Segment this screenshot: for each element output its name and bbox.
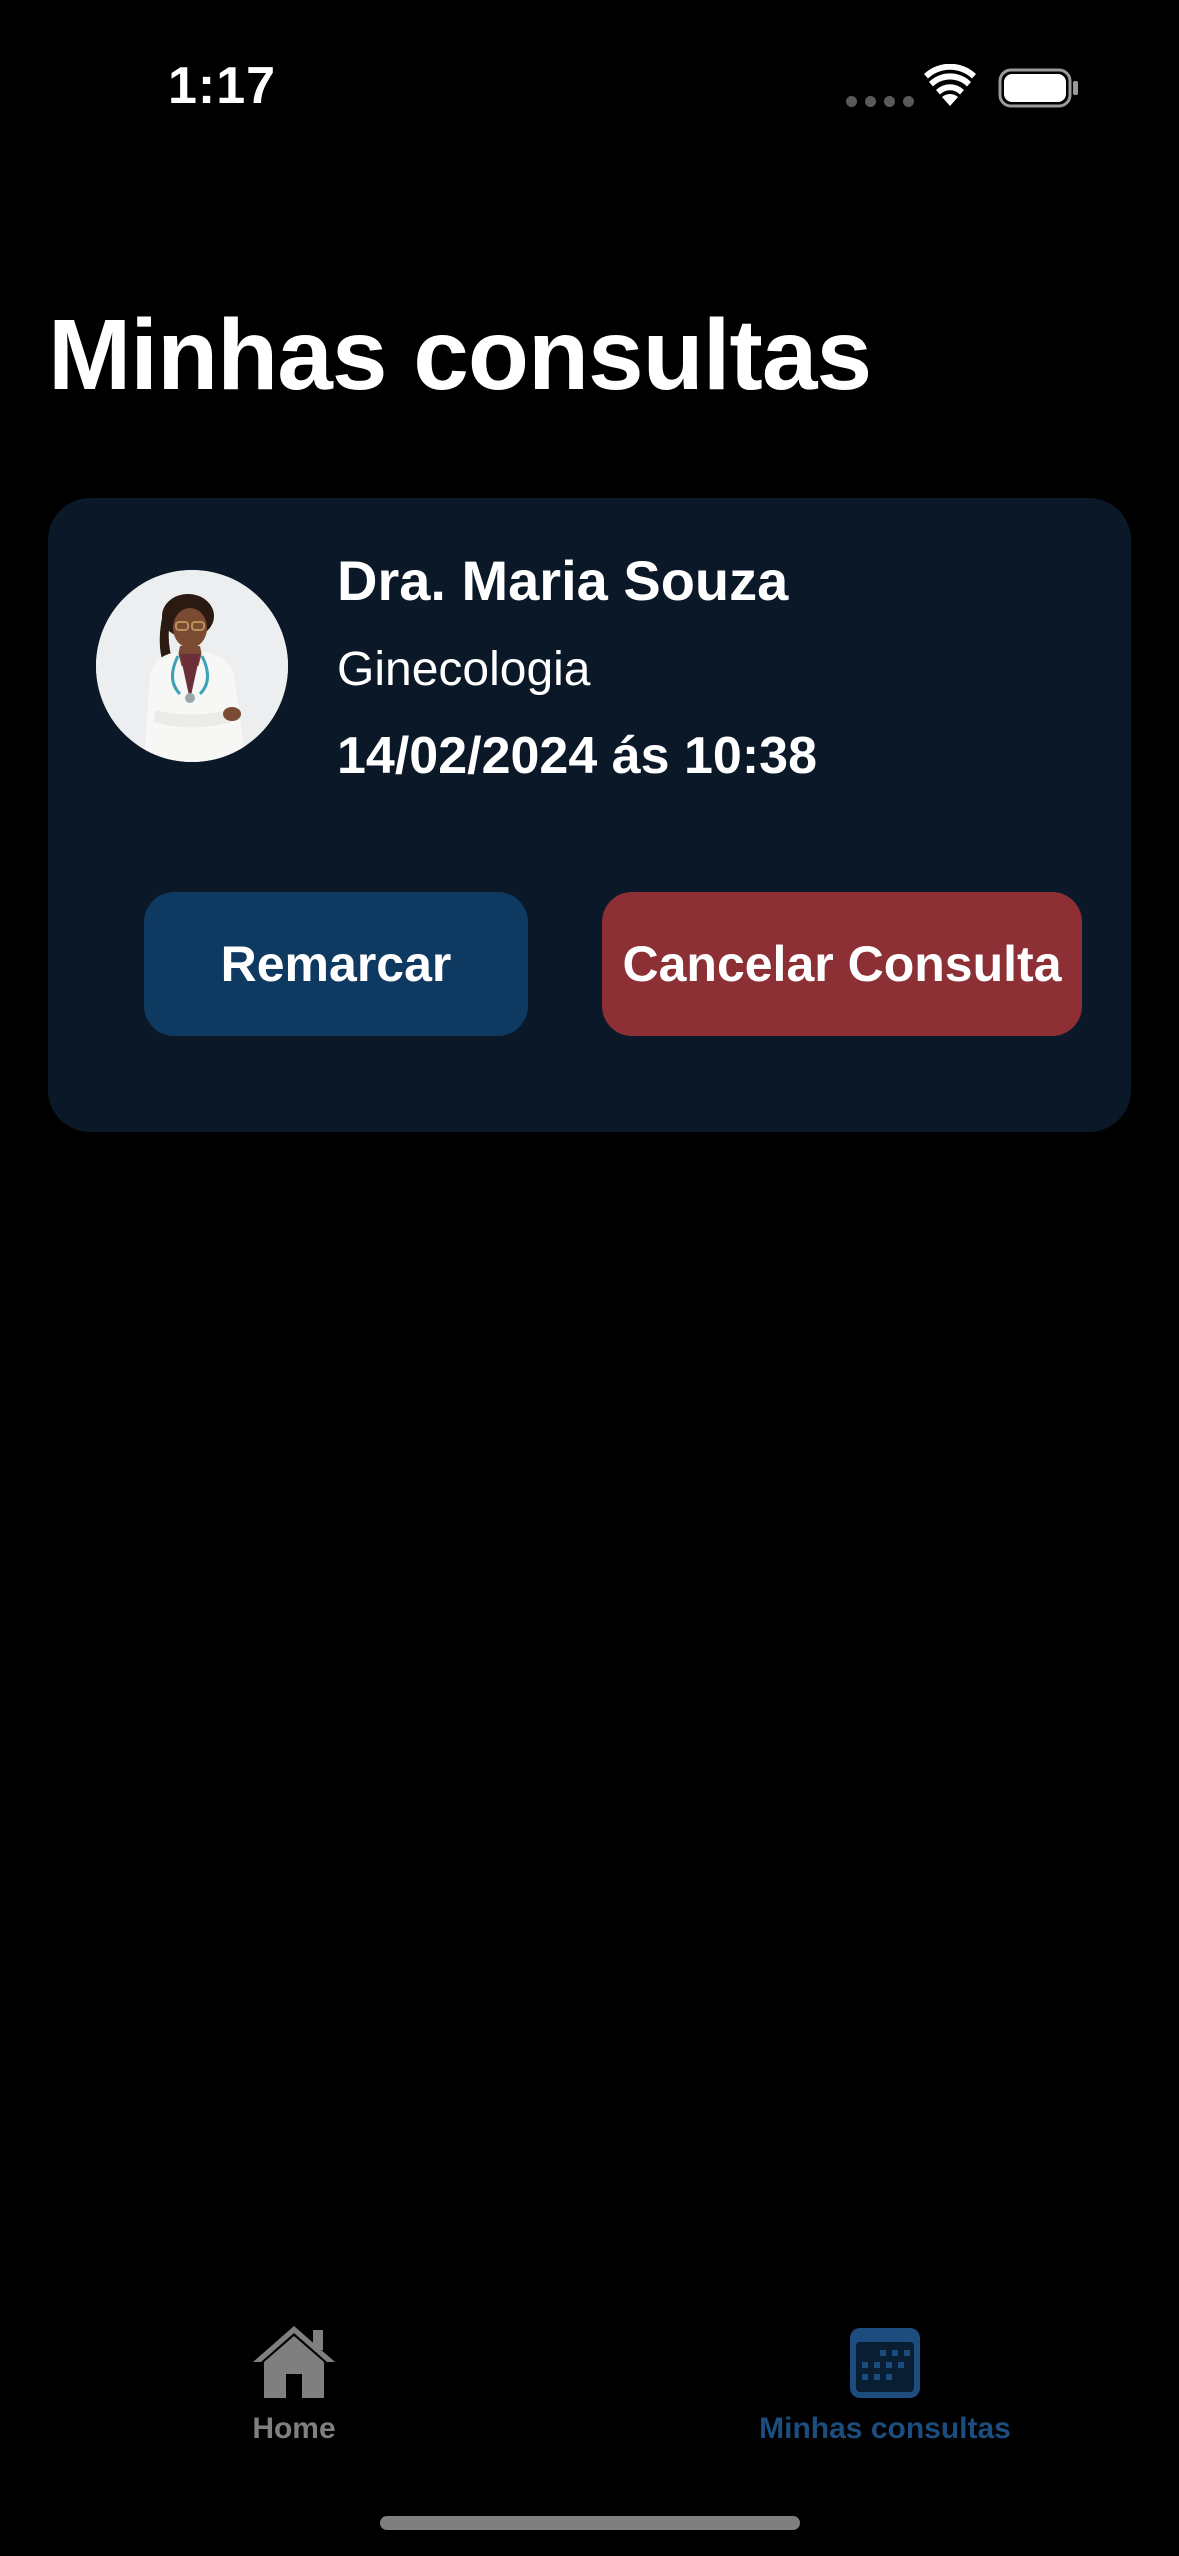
doctor-specialty: Ginecologia — [337, 643, 591, 696]
appointment-card: Dra. Maria Souza Ginecologia 14/02/2024 … — [48, 498, 1131, 1132]
page-title: Minhas consultas — [48, 299, 872, 411]
battery-icon — [998, 68, 1078, 108]
house-icon — [253, 2326, 335, 2398]
doctor-photo-icon — [96, 570, 288, 762]
tab-minhas-consultas[interactable]: Minhas consultas — [740, 2322, 1030, 2446]
cancel-appointment-button[interactable]: Cancelar Consulta — [602, 892, 1082, 1036]
status-bar: 1:17 — [0, 0, 1179, 170]
home-indicator[interactable] — [380, 2516, 800, 2530]
cellular-signal-icon — [846, 96, 914, 107]
tab-home-label: Home — [252, 2412, 336, 2445]
status-time: 1:17 — [168, 57, 277, 115]
reschedule-button[interactable]: Remarcar — [144, 892, 528, 1036]
tab-bar: Home Minhas consultas — [0, 2300, 1179, 2470]
tab-home[interactable]: Home — [184, 2322, 404, 2446]
calendar-icon — [850, 2328, 920, 2398]
appointment-datetime: 14/02/2024 ás 10:38 — [337, 727, 817, 785]
tab-minhas-consultas-label: Minhas consultas — [759, 2412, 1011, 2445]
doctor-avatar — [96, 570, 288, 762]
wifi-icon — [924, 64, 976, 106]
doctor-name: Dra. Maria Souza — [337, 549, 789, 612]
